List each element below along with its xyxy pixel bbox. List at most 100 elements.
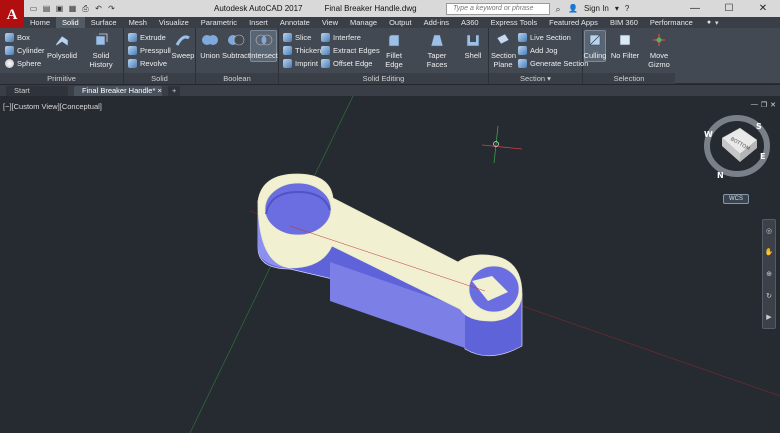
search-input[interactable]: Type a keyword or phrase xyxy=(446,3,550,15)
restore-icon[interactable]: ❐ xyxy=(761,101,767,109)
zoom-icon[interactable]: ⊕ xyxy=(766,270,772,278)
imprint-button[interactable]: Imprint xyxy=(283,57,318,69)
extract-edges-button[interactable]: Extract Edges xyxy=(321,44,380,56)
close-icon[interactable]: ✕ xyxy=(770,101,776,109)
tab-home[interactable]: Home xyxy=(24,17,56,28)
tab-annotate[interactable]: Annotate xyxy=(274,17,316,28)
taper-faces-button[interactable]: Taper Faces xyxy=(417,31,457,69)
chevron-down-icon[interactable]: ▾ xyxy=(715,19,719,27)
viewport-controls-label[interactable]: [−][Custom View][Conceptual] xyxy=(3,102,102,111)
orbit-icon[interactable]: ↻ xyxy=(766,292,772,300)
box-button[interactable]: Box xyxy=(5,31,30,43)
application-menu-button[interactable]: A xyxy=(0,0,24,31)
save-as-icon[interactable]: ▦ xyxy=(67,3,78,14)
tab-output[interactable]: Output xyxy=(383,17,418,28)
pan-icon[interactable]: ✋ xyxy=(765,248,774,256)
ribbon-options[interactable]: ● ▾ xyxy=(707,19,719,27)
cylinder-button[interactable]: Cylinder xyxy=(5,44,45,56)
tab-a360[interactable]: A360 xyxy=(455,17,485,28)
polysolid-button[interactable]: Polysolid xyxy=(47,31,77,60)
tab-insert[interactable]: Insert xyxy=(243,17,274,28)
window-controls: — ☐ ✕ xyxy=(678,0,780,17)
tab-featured-apps[interactable]: Featured Apps xyxy=(543,17,604,28)
close-icon[interactable]: × xyxy=(157,86,161,95)
intersect-label: Intersect xyxy=(249,51,278,60)
thicken-button[interactable]: Thicken xyxy=(283,44,321,56)
sweep-label: Sweep xyxy=(171,51,195,60)
maximize-icon[interactable]: ☐ xyxy=(712,0,746,17)
union-button[interactable]: Union xyxy=(199,31,221,60)
offset-edge-label: Offset Edge xyxy=(333,58,373,68)
doc-tab-start[interactable]: Start xyxy=(6,86,68,96)
signin-area[interactable]: 👤 Sign In ▾ ? xyxy=(568,4,629,13)
extrude-button[interactable]: Extrude xyxy=(128,31,166,43)
compass-w: W xyxy=(704,130,713,139)
live-section-button[interactable]: Live Section xyxy=(518,31,571,43)
revolve-button[interactable]: Revolve xyxy=(128,57,167,69)
culling-button[interactable]: Culling xyxy=(584,30,606,62)
drawing-viewport[interactable]: BOTTOM W E N S [−][Custom View][Conceptu… xyxy=(0,96,780,433)
undo-icon[interactable]: ↶ xyxy=(93,3,104,14)
sphere-icon xyxy=(5,58,14,68)
move-gizmo-icon xyxy=(650,31,668,49)
solid-history-button[interactable]: Solid History xyxy=(80,31,122,69)
panel-title-primitive: Primitive xyxy=(0,73,123,84)
chevron-down-icon[interactable]: ▾ xyxy=(547,74,551,83)
close-icon[interactable]: ✕ xyxy=(746,0,780,17)
union-label: Union xyxy=(200,51,220,60)
tab-surface[interactable]: Surface xyxy=(85,17,123,28)
plot-icon[interactable]: ⎙ xyxy=(80,3,91,14)
offset-edge-button[interactable]: Offset Edge xyxy=(321,57,372,69)
tab-add-ins[interactable]: Add-ins xyxy=(418,17,455,28)
redo-icon[interactable]: ↷ xyxy=(106,3,117,14)
intersect-button[interactable]: Intersect xyxy=(249,30,278,62)
ucs-icon xyxy=(481,125,523,164)
interfere-icon xyxy=(321,32,330,42)
subtract-button[interactable]: Subtract xyxy=(222,31,250,60)
tab-express-tools[interactable]: Express Tools xyxy=(485,17,544,28)
tab-parametric[interactable]: Parametric xyxy=(195,17,243,28)
culling-icon xyxy=(586,31,604,49)
video-icon[interactable]: ● xyxy=(707,19,711,27)
open-icon[interactable]: ▤ xyxy=(41,3,52,14)
tab-performance[interactable]: Performance xyxy=(644,17,699,28)
minimize-icon[interactable]: — xyxy=(678,0,712,17)
tab-bim-360[interactable]: BIM 360 xyxy=(604,17,644,28)
slice-button[interactable]: Slice xyxy=(283,31,311,43)
doc-tab-drawing[interactable]: Final Breaker Handle* × xyxy=(74,86,162,96)
search-icon[interactable]: ⌕ xyxy=(552,3,564,15)
tab-manage[interactable]: Manage xyxy=(344,17,383,28)
tab-view[interactable]: View xyxy=(316,17,344,28)
sphere-button[interactable]: Sphere xyxy=(5,57,41,69)
tab-solid[interactable]: Solid xyxy=(56,17,85,28)
tab-mesh[interactable]: Mesh xyxy=(123,17,153,28)
presspull-button[interactable]: Presspull xyxy=(128,44,171,56)
presspull-icon xyxy=(128,45,137,55)
cylinder-label: Cylinder xyxy=(17,45,45,55)
sweep-button[interactable]: Sweep xyxy=(172,31,194,60)
minimize-icon[interactable]: — xyxy=(751,101,758,109)
showmotion-icon[interactable]: ▶ xyxy=(766,313,771,321)
tab-visualize[interactable]: Visualize xyxy=(153,17,195,28)
interfere-button[interactable]: Interfere xyxy=(321,31,361,43)
wcs-menu[interactable]: WCS xyxy=(723,194,749,204)
panel-title-solid: Solid xyxy=(124,73,195,84)
cart-icon[interactable]: ▾ xyxy=(615,4,619,13)
signin-button[interactable]: Sign In xyxy=(584,4,609,13)
generate-section-button[interactable]: Generate Section xyxy=(518,57,588,69)
no-filter-button[interactable]: No Filter xyxy=(609,31,641,60)
panel-section: Section Plane Live Section Add Jog Gener… xyxy=(489,28,588,84)
add-jog-button[interactable]: Add Jog xyxy=(518,44,558,56)
move-gizmo-button[interactable]: Move Gizmo xyxy=(645,31,673,69)
window-title: Autodesk AutoCAD 2017 Final Breaker Handl… xyxy=(214,4,417,13)
section-plane-button[interactable]: Section Plane xyxy=(491,31,516,69)
new-file-icon[interactable]: ▭ xyxy=(28,3,39,14)
new-tab-button[interactable]: + xyxy=(168,86,181,96)
imprint-icon xyxy=(283,58,292,68)
save-icon[interactable]: ▣ xyxy=(54,3,65,14)
fillet-edge-button[interactable]: Fillet Edge xyxy=(377,31,411,69)
generate-section-icon xyxy=(518,58,527,68)
shell-button[interactable]: Shell xyxy=(461,31,485,60)
steering-wheel-icon[interactable]: ◎ xyxy=(766,227,772,235)
help-icon[interactable]: ? xyxy=(625,4,629,13)
